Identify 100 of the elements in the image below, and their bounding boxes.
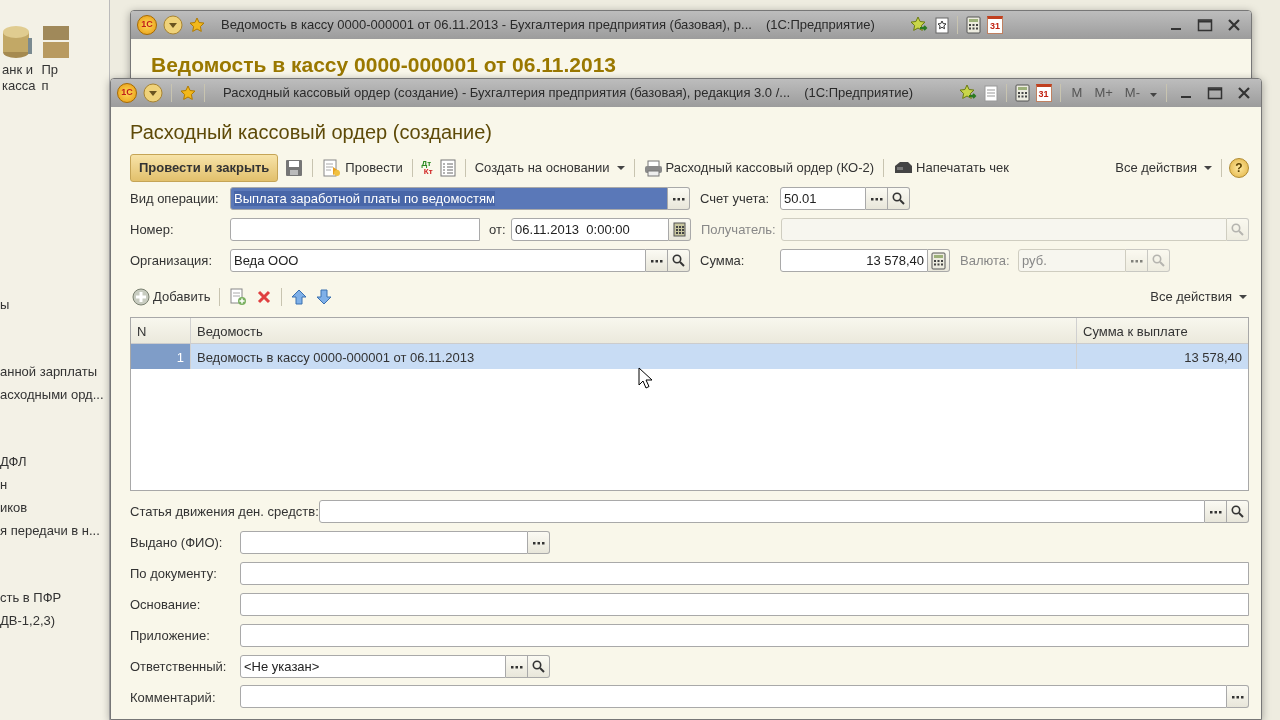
dots-icon[interactable] [870, 196, 883, 201]
input-field[interactable]: Веда ООО [230, 249, 646, 272]
help-button[interactable]: ? [1229, 158, 1249, 178]
input-field[interactable]: 06.11.2013 0:00:00 [511, 218, 669, 241]
search-button[interactable] [888, 187, 910, 210]
cash-register-icon[interactable] [893, 161, 914, 175]
dots-icon[interactable] [672, 196, 685, 201]
input-field[interactable] [230, 218, 480, 241]
table-row[interactable]: 1 Ведомость в кассу 0000-000001 от 06.11.2013 13 578,40 [131, 344, 1248, 369]
search-icon[interactable] [672, 254, 685, 267]
calendar-icon[interactable] [673, 222, 686, 237]
plus-icon[interactable] [132, 288, 150, 306]
field-label: Ответственный: [130, 657, 228, 676]
select-button[interactable] [1227, 685, 1249, 708]
add-button[interactable]: Добавить [130, 287, 213, 307]
close-icon[interactable] [1227, 18, 1241, 32]
all-actions-menu[interactable]: Все действия [1113, 158, 1214, 178]
input-field[interactable]: 50.01 [780, 187, 866, 210]
dropdown-icon[interactable] [163, 15, 183, 35]
launcher-label[interactable]: анк и [2, 62, 33, 78]
search-button[interactable] [1227, 500, 1249, 523]
input-field[interactable]: Выплата заработной платы по ведомостям [230, 187, 668, 210]
document-heading: Ведомость в кассу 0000-000001 от 06.11.2013 [150, 52, 618, 78]
input-field[interactable]: <Не указан> [240, 655, 506, 678]
input-field[interactable] [318, 500, 1205, 523]
mouse-pointer-icon [638, 367, 652, 389]
column-header[interactable]: Сумма к выплате [1077, 318, 1248, 343]
window-title: Ведомость в кассу 0000-000001 от 06.11.2013 - Бухгалтерия предприятия (базовая), р... [221, 16, 752, 35]
star-document-icon[interactable] [935, 16, 949, 34]
dropdown-icon[interactable] [143, 83, 163, 103]
search-icon[interactable] [532, 660, 545, 673]
app-logo[interactable]: 1С [137, 15, 157, 35]
input-field[interactable] [240, 562, 1249, 585]
star-icon[interactable] [180, 85, 196, 101]
select-button[interactable] [506, 655, 528, 678]
field-label: Счет учета: [700, 189, 771, 208]
launcher-label[interactable]: касса [2, 78, 36, 94]
form-heading: Расходный кассовый ордер (создание) [130, 120, 494, 145]
nav-item[interactable]: анной зарплаты [0, 360, 109, 383]
app-logo[interactable]: 1С [117, 83, 137, 103]
search-button[interactable] [668, 249, 690, 272]
input-field[interactable] [240, 685, 1227, 708]
column-header[interactable]: N [131, 318, 191, 343]
nav-item[interactable]: я передачи в н... [0, 519, 109, 542]
printer-icon[interactable] [643, 159, 663, 177]
star-icon[interactable] [189, 17, 205, 33]
nav-item[interactable]: ДВ-1,2,3) [0, 609, 109, 632]
input-field[interactable] [240, 593, 1249, 616]
create-based-on-menu[interactable]: Создать на основании [472, 158, 627, 178]
star-arrow-icon[interactable] [957, 84, 978, 102]
document-icon[interactable] [983, 84, 998, 102]
maximize-icon[interactable] [1207, 86, 1223, 100]
nav-item[interactable]: ДФЛ [0, 450, 109, 473]
input-field[interactable] [240, 624, 1249, 647]
dots-icon[interactable] [650, 258, 663, 263]
input-field[interactable] [240, 531, 528, 554]
input-field[interactable]: 13 578,40 [780, 249, 928, 272]
select-button[interactable] [866, 187, 888, 210]
nav-item[interactable]: иков [0, 496, 109, 519]
field-label: Комментарий: [130, 688, 217, 707]
dots-icon[interactable] [532, 540, 545, 545]
select-button[interactable] [668, 187, 690, 210]
launcher-label[interactable]: п [41, 78, 49, 94]
launcher-label[interactable]: Пр [41, 62, 58, 78]
star-arrow-icon[interactable] [909, 16, 929, 34]
select-button[interactable] [1205, 500, 1227, 523]
post-and-close-button[interactable]: Провести и закрыть [130, 154, 279, 182]
all-actions-menu[interactable]: Все действия [1148, 287, 1249, 307]
dots-icon[interactable] [510, 664, 523, 669]
nav-item[interactable]: н [0, 473, 109, 496]
field-label: от: [489, 220, 507, 239]
calendar-button[interactable] [669, 218, 691, 241]
table-cell-text: 13 578,40 [1183, 349, 1243, 367]
post-button[interactable]: Провести [320, 158, 405, 178]
nav-item[interactable]: асходными орд... [0, 383, 109, 406]
calendar-button[interactable]: 31 [1035, 84, 1052, 102]
dots-icon[interactable] [1130, 258, 1143, 263]
calendar-button[interactable]: 31 [987, 16, 1003, 34]
search-icon[interactable] [892, 192, 905, 205]
select-button[interactable] [528, 531, 550, 554]
search-icon[interactable] [1231, 505, 1244, 518]
print-order-button[interactable]: Расходный кассовый ордер (КО-2) [641, 158, 877, 178]
print-receipt-button[interactable]: Напечатать чек [891, 158, 1012, 178]
dots-icon[interactable] [1209, 509, 1222, 514]
nav-item[interactable]: сть в ПФР [0, 586, 109, 609]
debit-credit-button[interactable]: Дт Кт [419, 160, 433, 176]
field-label: Выдано (ФИО): [130, 533, 224, 552]
field-label: Сумма: [700, 251, 746, 270]
nav-item[interactable]: ы [0, 293, 109, 316]
field-label: Валюта: [960, 251, 1011, 270]
search-button[interactable] [528, 655, 550, 678]
maximize-icon[interactable] [1197, 18, 1213, 32]
field-label: Организация: [130, 251, 214, 270]
memory-button[interactable]: M [1068, 83, 1086, 103]
dots-icon[interactable] [1231, 694, 1244, 699]
close-icon[interactable] [1237, 86, 1251, 100]
select-button[interactable] [646, 249, 668, 272]
column-header[interactable]: Ведомость [191, 318, 1077, 343]
calculator-icon[interactable] [1014, 84, 1030, 102]
calculator-icon[interactable] [966, 16, 981, 34]
